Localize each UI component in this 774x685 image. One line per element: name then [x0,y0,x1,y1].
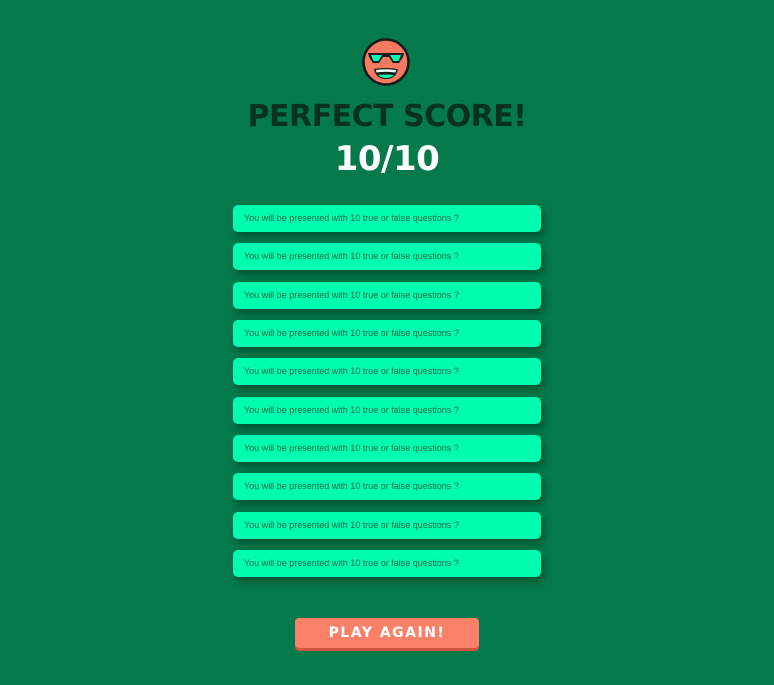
answer-item: You will be presented with 10 true or fa… [233,473,541,501]
answer-item: You will be presented with 10 true or fa… [233,511,541,539]
answer-item: You will be presented with 10 true or fa… [233,320,541,348]
results-screen: PERFECT SCORE! 10/10 You will be present… [0,0,774,685]
answer-item: You will be presented with 10 true or fa… [233,205,541,232]
answer-item: You will be presented with 10 true or fa… [233,435,541,463]
sunglasses-grin-icon [362,38,410,86]
answer-item: You will be presented with 10 true or fa… [233,396,541,424]
answer-item: You will be presented with 10 true or fa… [233,281,541,309]
answer-item: You will be presented with 10 true or fa… [233,550,541,578]
result-title: PERFECT SCORE! [247,99,527,134]
score-display: 10/10 [334,139,440,179]
answer-list: You will be presented with 10 true or fa… [233,205,541,588]
play-again-button[interactable]: PLAY AGAIN! [295,618,479,648]
answer-item: You will be presented with 10 true or fa… [233,358,541,386]
answer-item: You will be presented with 10 true or fa… [233,243,541,271]
